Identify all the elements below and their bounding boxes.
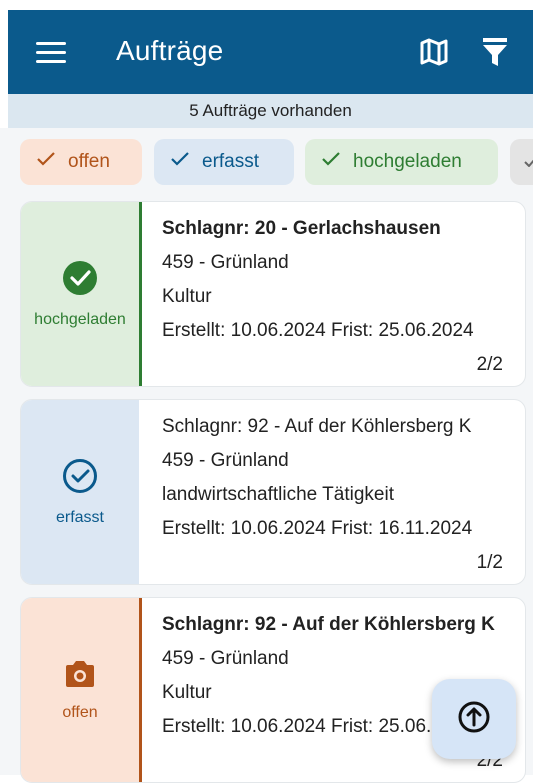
page-title: Aufträge (116, 35, 224, 66)
order-dates: Erstellt: 10.06.2024 Frist: 16.11.2024 (162, 518, 472, 540)
order-category: Kultur (162, 286, 212, 307)
status-label: hochgeladen (34, 310, 126, 328)
order-created-date: Erstellt: 10.06.2024 (162, 716, 326, 737)
order-title: Schlagnr: 92 - Auf der Köhlersberg K (162, 614, 495, 635)
filter-chip-offen[interactable]: offen (20, 139, 142, 185)
order-crop: 459 - Grünland (162, 450, 289, 471)
filter-chip-more[interactable] (510, 139, 533, 185)
order-deadline: Frist: 25.06.2024 (331, 320, 474, 341)
status-label: erfasst (55, 508, 104, 526)
app-bar: Aufträge (8, 10, 533, 94)
status-panel: erfasst (21, 400, 139, 584)
scroll-to-top-button[interactable] (432, 679, 516, 759)
filter-chip-label: offen (68, 151, 110, 172)
order-crop: 459 - Grünland (162, 648, 289, 669)
filter-icon[interactable] (481, 36, 509, 68)
filter-chip-label: erfasst (202, 151, 260, 172)
order-card[interactable]: erfasst Schlagnr: 92 - Auf der Köhlersbe… (20, 399, 526, 585)
status-filter-chips: offen erfasst hochgeladen (0, 128, 533, 196)
check-icon (170, 151, 190, 173)
order-created-date: Erstellt: 10.06.2024 (162, 518, 326, 539)
check-icon (321, 151, 341, 173)
order-page-count: 1/2 (476, 552, 503, 573)
order-deadline: Frist: 16.11.2024 (331, 518, 473, 539)
status-accent-bar (139, 202, 142, 386)
check-circle-outline-icon (62, 458, 98, 499)
menu-icon[interactable] (36, 42, 66, 64)
status-strip (0, 0, 533, 10)
camera-icon (63, 659, 97, 694)
order-dates: Erstellt: 10.06.2024 Frist: 25.06.2024 (162, 320, 474, 342)
check-icon (524, 151, 533, 173)
status-panel: offen (21, 598, 139, 782)
filter-chip-label: hochgeladen (353, 151, 462, 172)
order-title: Schlagnr: 20 - Gerlachshausen (162, 218, 441, 239)
order-category: Kultur (162, 682, 212, 703)
arrow-up-circle-icon (457, 700, 491, 739)
status-label: offen (62, 703, 98, 721)
order-title: Schlagnr: 92 - Auf der Köhlersberg K (162, 416, 472, 437)
check-icon (36, 151, 56, 173)
order-dates: Erstellt: 10.06.2024 Frist: 25.06.2024 (162, 716, 474, 738)
map-icon[interactable] (418, 36, 450, 68)
status-panel: hochgeladen (21, 202, 139, 386)
order-card[interactable]: hochgeladen Schlagnr: 20 - Gerlachshause… (20, 201, 526, 387)
filter-chip-hochgeladen[interactable]: hochgeladen (305, 139, 498, 185)
check-circle-filled-icon (62, 260, 98, 301)
order-category: landwirtschaftliche Tätigkeit (162, 484, 394, 505)
order-created-date: Erstellt: 10.06.2024 (162, 320, 326, 341)
order-count-banner: 5 Aufträge vorhanden (8, 94, 533, 128)
order-crop: 459 - Grünland (162, 252, 289, 273)
status-accent-bar (139, 598, 142, 782)
order-page-count: 2/2 (476, 354, 503, 375)
filter-chip-erfasst[interactable]: erfasst (154, 139, 294, 185)
